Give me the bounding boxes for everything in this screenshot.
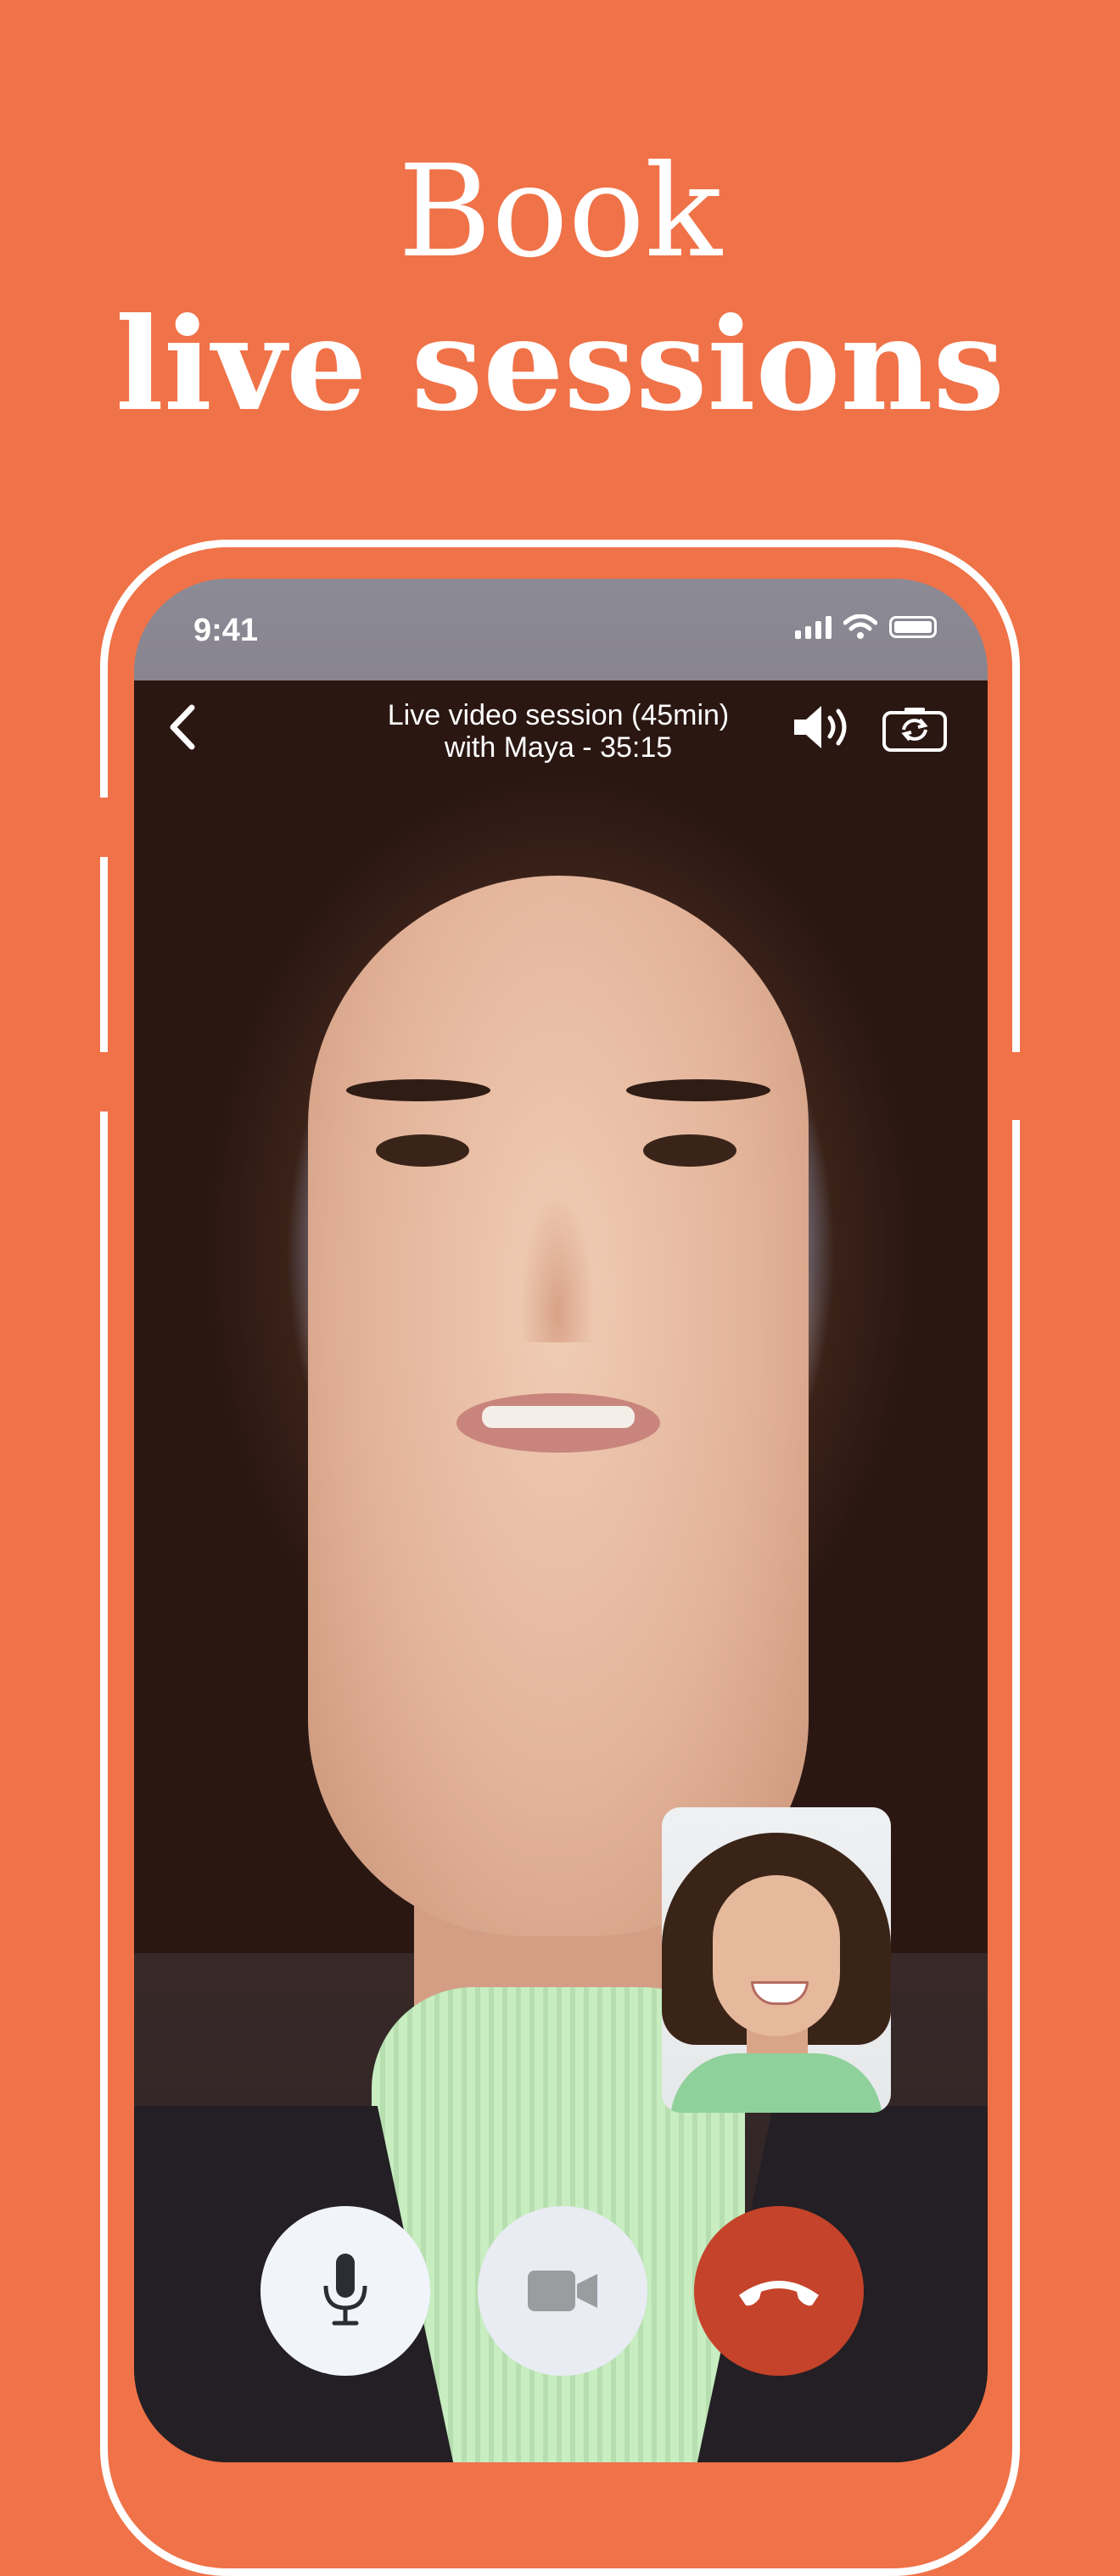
remote-video-left-brow — [346, 1079, 490, 1101]
speaker-volume-icon[interactable] — [787, 697, 855, 757]
remote-video-right-eye — [643, 1134, 736, 1167]
phone-side-button-gap — [93, 798, 119, 857]
remote-video-nose — [519, 1190, 596, 1342]
remote-video-right-brow — [626, 1079, 770, 1101]
phone-side-button-gap — [1001, 1052, 1027, 1120]
back-chevron-icon[interactable] — [158, 697, 209, 757]
video-toggle-button[interactable] — [478, 2206, 647, 2376]
headline: Book live sessions — [0, 136, 1120, 441]
headline-line-2: live sessions — [115, 290, 1005, 440]
phone-side-button-gap — [93, 1052, 119, 1112]
self-video-preview[interactable] — [662, 1807, 891, 2113]
remote-video-left-eye — [376, 1134, 469, 1167]
remote-video-teeth — [482, 1406, 635, 1428]
headline-line-1: Book — [398, 138, 722, 286]
video-call-screen: 9:41 Live video session (45min) with May… — [134, 579, 988, 2462]
call-title-line-1: Live video session (45min) — [387, 699, 730, 731]
phone-hangup-icon — [739, 2281, 819, 2306]
self-video-face — [713, 1875, 840, 2036]
wifi-icon — [843, 614, 877, 639]
call-title: Live video session (45min) with Maya - 3… — [338, 699, 779, 764]
end-call-button[interactable] — [694, 2206, 864, 2376]
status-time: 9:41 — [193, 613, 259, 648]
battery-icon — [889, 616, 937, 638]
call-title-line-2: with Maya - 35:15 — [444, 731, 673, 764]
microphone-button[interactable] — [260, 2206, 430, 2376]
camera-flip-icon[interactable] — [881, 704, 949, 753]
microphone-icon — [323, 2254, 367, 2326]
cellular-signal-icon — [795, 615, 832, 639]
video-camera-icon — [528, 2271, 597, 2311]
self-video-shirt — [670, 2053, 882, 2113]
status-icons — [795, 614, 937, 640]
